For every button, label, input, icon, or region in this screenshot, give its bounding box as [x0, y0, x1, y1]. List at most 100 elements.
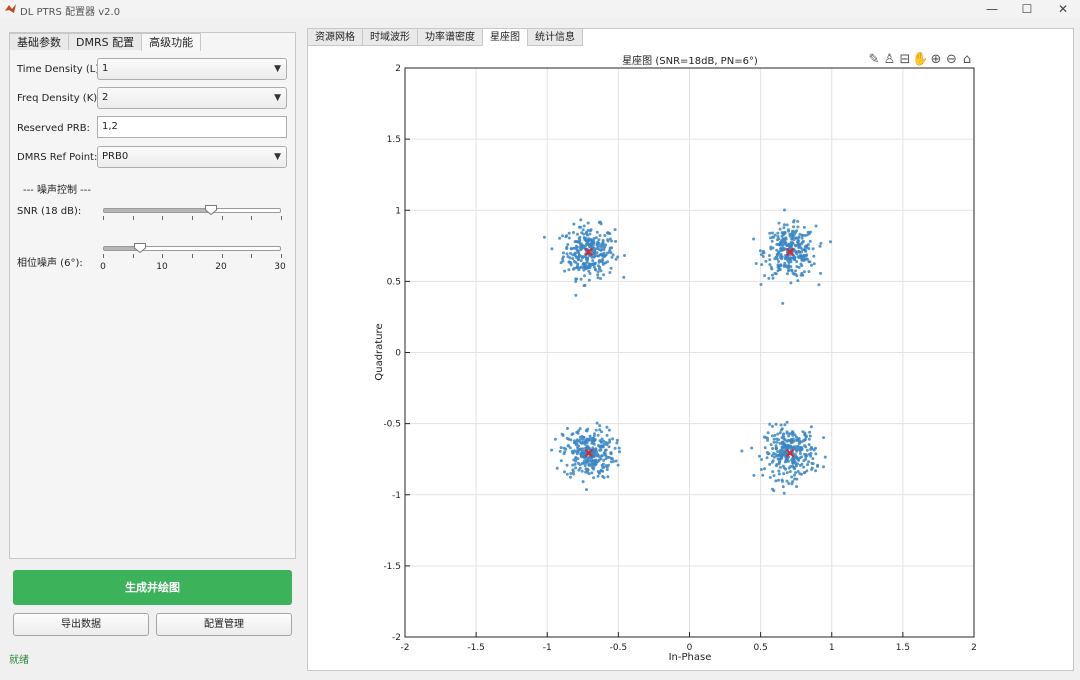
scatter-point: [776, 265, 780, 269]
scatter-point: [785, 223, 789, 227]
scatter-point: [602, 273, 606, 277]
scatter-point: [795, 455, 799, 459]
scatter-point: [781, 451, 785, 455]
phase-noise-label: 相位噪声 (6°):: [17, 258, 83, 269]
scatter-point: [576, 457, 580, 461]
zoom-out-icon[interactable]: ⊖: [946, 52, 957, 67]
scatter-point: [809, 452, 813, 455]
scatter-point: [774, 255, 778, 259]
save-icon[interactable]: ⊟: [900, 52, 911, 67]
scatter-point: [567, 231, 571, 235]
scatter-point: [772, 489, 776, 493]
scatter-point: [780, 478, 784, 482]
generate-plot-button[interactable]: 生成并绘图: [13, 570, 292, 605]
minimize-button[interactable]: —: [974, 0, 1010, 18]
scatter-point: [783, 460, 787, 464]
scatter-point: [607, 445, 611, 449]
data-tip-icon[interactable]: ♙: [884, 52, 896, 67]
dmrs-ref-select[interactable]: PRB0 ▼: [97, 146, 287, 168]
snr-slider-thumb[interactable]: [204, 205, 217, 215]
scatter-point: [781, 434, 785, 438]
freq-density-select[interactable]: 2 ▼: [97, 87, 287, 109]
scatter-point: [623, 254, 626, 257]
scatter-point: [780, 427, 784, 431]
slider-tick: [251, 254, 253, 258]
snr-slider[interactable]: [103, 205, 281, 215]
scatter-point: [814, 469, 818, 473]
scatter-point: [599, 269, 603, 273]
scatter-point: [604, 448, 607, 452]
scatter-point: [786, 443, 790, 447]
scatter-point: [810, 263, 813, 267]
scatter-point: [617, 446, 621, 450]
scatter-point: [778, 227, 782, 231]
scatter-point: [550, 247, 554, 251]
brush-icon[interactable]: ✎: [869, 52, 880, 67]
pan-icon[interactable]: ✋: [912, 51, 928, 67]
scatter-point: [558, 449, 562, 453]
scatter-point: [586, 445, 590, 449]
tab-constellation[interactable]: 星座图: [482, 28, 528, 46]
scatter-point: [585, 458, 589, 462]
scatter-point: [570, 247, 573, 251]
scatter-point: [791, 437, 795, 441]
scatter-point: [576, 431, 580, 435]
tab-time-waveform[interactable]: 时域波形: [362, 28, 418, 46]
scatter-point: [768, 263, 772, 267]
scatter-point: [578, 245, 582, 249]
axes-toolbar: ✎ ♙ ⊟ ✋ ⊕ ⊖ ⌂: [869, 51, 972, 67]
tab-psd[interactable]: 功率谱密度: [417, 28, 483, 46]
scatter-point: [566, 427, 569, 430]
scatter-point: [796, 446, 800, 450]
tab-basic-params[interactable]: 基础参数: [9, 33, 69, 50]
scatter-point: [762, 435, 766, 439]
tab-dmrs-config[interactable]: DMRS 配置: [68, 33, 143, 50]
scatter-point: [785, 244, 789, 247]
scatter-point: [606, 475, 610, 479]
scatter-point: [609, 452, 613, 456]
scatter-point: [789, 281, 793, 285]
scatter-point: [614, 459, 618, 463]
maximize-button[interactable]: ☐: [1009, 0, 1045, 18]
scatter-point: [767, 452, 771, 456]
scatter-point: [807, 437, 811, 441]
scatter-point: [812, 262, 816, 266]
export-data-button[interactable]: 导出数据: [13, 613, 149, 636]
tab-resource-grid[interactable]: 资源网格: [307, 28, 363, 46]
time-density-select[interactable]: 1 ▼: [97, 58, 287, 80]
scatter-point: [807, 247, 811, 251]
scatter-point: [787, 466, 791, 470]
home-icon[interactable]: ⌂: [963, 52, 971, 67]
scatter-point: [578, 266, 582, 270]
scatter-point: [770, 267, 774, 271]
close-button[interactable]: ✕: [1045, 0, 1080, 18]
right-tab-bar: 资源网格 时域波形 功率谱密度 星座图 统计信息: [307, 28, 583, 46]
scatter-point: [805, 233, 809, 237]
constellation-chart[interactable]: 星座图 (SNR=18dB, PN=6°) ✎ ♙ ⊟ ✋ ⊕ ⊖ ⌂ -2 -1.5 -1 -0…: [308, 46, 1073, 670]
x-tick-label: 2: [971, 643, 977, 653]
scatter-point: [797, 439, 801, 443]
scatter-point: [579, 248, 583, 252]
tab-advanced[interactable]: 高级功能: [141, 33, 202, 51]
scatter-point: [785, 431, 789, 435]
scatter-point: [765, 456, 769, 460]
zoom-in-icon[interactable]: ⊕: [931, 52, 942, 67]
scatter-point: [792, 238, 796, 242]
scatter-point: [613, 446, 617, 450]
scatter-point: [823, 455, 827, 459]
tab-statistics[interactable]: 统计信息: [527, 28, 583, 46]
scatter-point: [771, 246, 775, 250]
scatter-point: [572, 222, 576, 226]
reserved-prb-input[interactable]: 1,2: [97, 116, 287, 138]
scatter-point: [601, 474, 605, 478]
scatter-point: [592, 466, 596, 469]
scatter-point: [760, 263, 764, 267]
y-tick-label: -2: [392, 633, 401, 643]
phase-noise-slider[interactable]: [103, 243, 281, 253]
scatter-point: [593, 249, 597, 253]
scatter-point: [578, 235, 582, 239]
scatter-point: [591, 239, 595, 243]
scatter-point: [600, 252, 604, 256]
config-manage-button[interactable]: 配置管理: [156, 613, 292, 636]
phase-noise-slider-thumb[interactable]: [133, 243, 146, 253]
